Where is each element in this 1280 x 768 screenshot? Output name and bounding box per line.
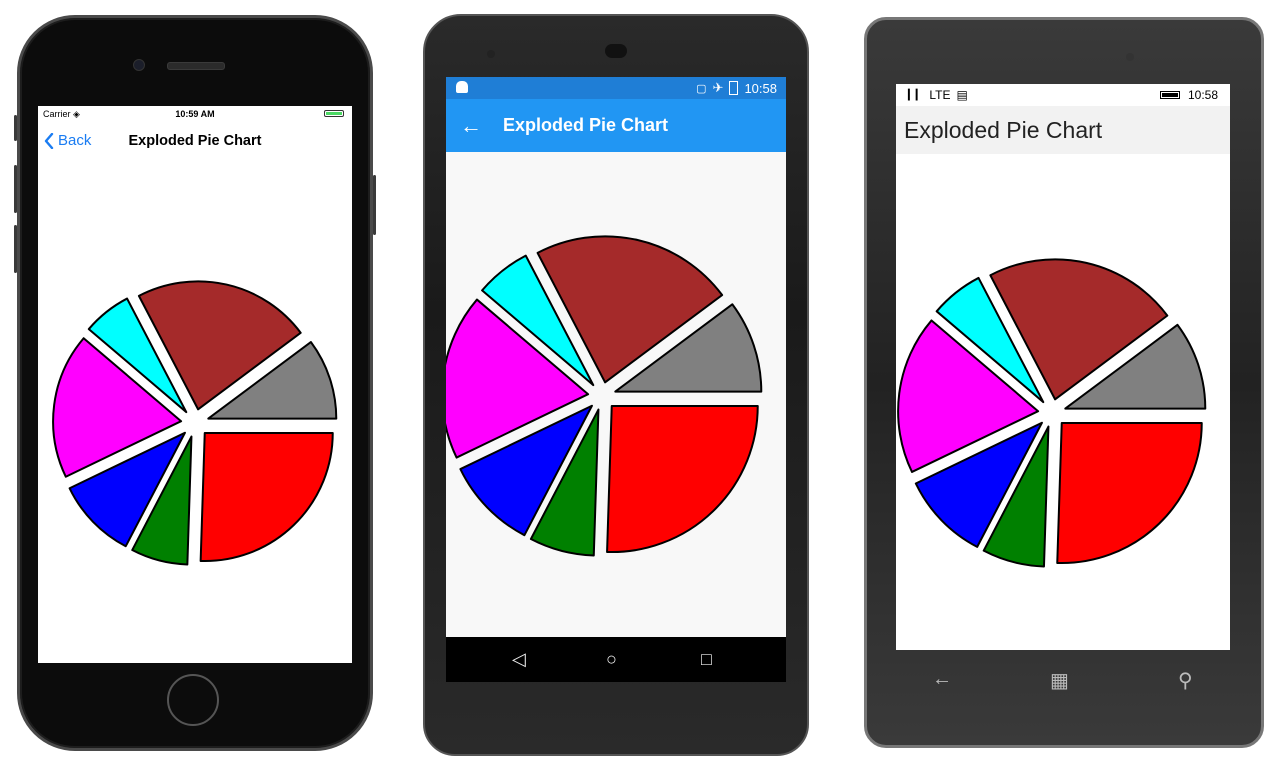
windows-logo-icon[interactable]: ▦	[1050, 668, 1069, 693]
iphone-speaker	[167, 62, 225, 70]
windows-phone-device: ▎▎ LTE ▤ 10:58 Exploded Pie Chart ← ▦ ⚲	[864, 17, 1264, 748]
pie-slice-1	[606, 405, 759, 553]
android-speaker	[605, 44, 627, 58]
iphone-power-button	[373, 175, 376, 235]
pie-chart-ios	[52, 280, 338, 566]
windows-phone-camera	[1126, 53, 1134, 61]
pie-chart-windows	[897, 258, 1207, 568]
square-recents-icon[interactable]: □	[701, 649, 712, 670]
iphone-mute-switch	[14, 115, 17, 141]
android-screen: ▢ ✈ 10:58 ← Exploded Pie Chart ◁ ○ □	[446, 77, 786, 682]
triangle-back-icon[interactable]: ◁	[512, 649, 526, 670]
iphone-home-button[interactable]	[167, 674, 219, 726]
iphone-screen: Carrier ◈ 10:59 AM Back Exploded Pie Cha…	[38, 106, 352, 663]
pie-chart-android	[446, 235, 763, 557]
iphone-camera	[133, 59, 145, 71]
windows-phone-screen: ▎▎ LTE ▤ 10:58 Exploded Pie Chart	[896, 84, 1230, 650]
pie-slice-1	[199, 432, 334, 562]
windows-navigation-bar: ← ▦ ⚲	[896, 650, 1230, 710]
android-navigation-bar: ◁ ○ □	[446, 637, 786, 682]
iphone-device: Carrier ◈ 10:59 AM Back Exploded Pie Cha…	[14, 15, 376, 751]
arrow-left-icon[interactable]: ←	[932, 668, 952, 691]
android-device: ▢ ✈ 10:58 ← Exploded Pie Chart ◁ ○ □	[423, 14, 809, 756]
pie-slice-1	[1056, 422, 1203, 564]
android-camera	[487, 50, 495, 58]
iphone-volume-down	[14, 225, 17, 273]
circle-home-icon[interactable]: ○	[606, 649, 617, 670]
search-icon[interactable]: ⚲	[1178, 668, 1193, 693]
iphone-volume-up	[14, 165, 17, 213]
